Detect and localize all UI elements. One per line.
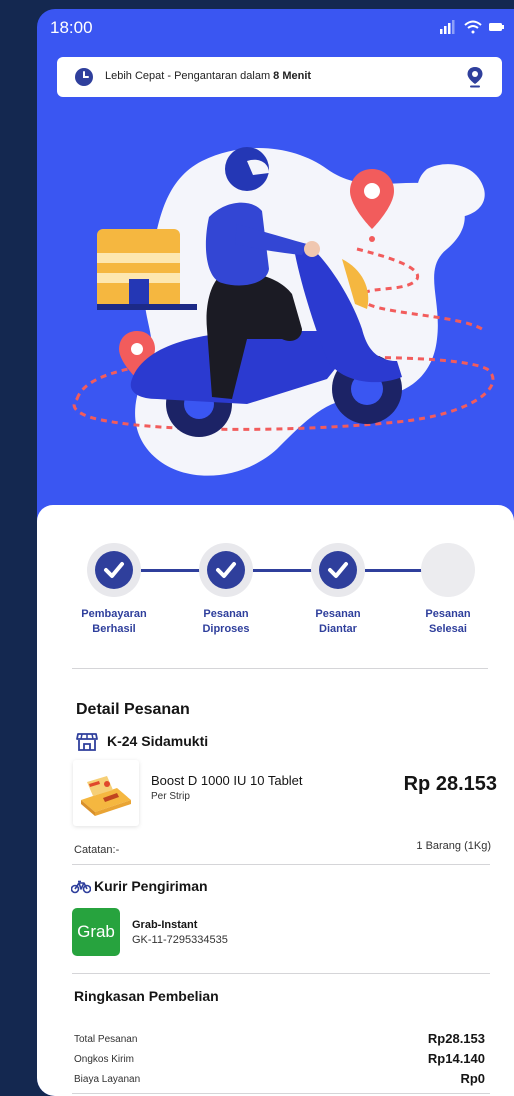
step-label-completed: Pesanan Selesai	[403, 607, 493, 637]
delivery-scooter-illustration	[72, 147, 495, 476]
divider	[72, 864, 490, 865]
battery-icon	[489, 23, 504, 31]
step-label-line: Diantar	[319, 623, 357, 635]
order-detail-sheet: Pembayaran Berhasil Pesanan Diproses Pes…	[37, 505, 514, 1096]
status-bar: 18:00	[37, 9, 514, 45]
checkmark-icon	[104, 562, 124, 578]
step-delivered-circle	[311, 543, 365, 597]
order-note: Catatan:-	[74, 844, 120, 856]
delivery-time-banner[interactable]: Lebih Cepat - Pengantaran dalam 8 Menit	[57, 57, 502, 97]
location-pin-icon[interactable]	[466, 66, 484, 88]
summary-value-service-fee: Rp0	[460, 1071, 485, 1086]
step-label-delivered: Pesanan Diantar	[293, 607, 383, 637]
signal-icon	[440, 20, 455, 34]
product-unit: Per Strip	[151, 791, 190, 802]
product-image[interactable]	[73, 760, 139, 826]
step-payment-circle	[87, 543, 141, 597]
clock-icon	[75, 68, 93, 86]
checkmark-icon	[328, 562, 348, 578]
store-icon	[76, 733, 98, 751]
summary-label-total: Total Pesanan	[74, 1034, 138, 1045]
summary-value-total: Rp28.153	[427, 1031, 485, 1046]
store-name: K-24 Sidamukti	[107, 733, 209, 749]
step-label-line: Diproses	[202, 623, 250, 635]
product-name[interactable]: Boost D 1000 IU 10 Tablet	[151, 773, 303, 788]
banner-text: Lebih Cepat - Pengantaran dalam 8 Menit	[105, 70, 311, 82]
step-processed-circle	[199, 543, 253, 597]
divider	[72, 1093, 490, 1094]
banner-text-bold: 8 Menit	[273, 70, 312, 82]
step-connector	[365, 569, 425, 572]
checkmark-icon	[216, 562, 236, 578]
courier-title: Kurir Pengiriman	[94, 878, 208, 894]
product-box-picture	[81, 776, 131, 816]
status-icons	[440, 20, 504, 34]
step-label-line: Pesanan	[315, 608, 361, 620]
banner-text-prefix: Lebih Cepat - Pengantaran dalam	[105, 70, 274, 82]
courier-service: Grab-Instant	[132, 919, 198, 931]
step-label-processed: Pesanan Diproses	[181, 607, 271, 637]
step-label-line: Selesai	[429, 623, 467, 635]
step-completed-circle	[421, 543, 475, 597]
step-label-line: Pesanan	[425, 608, 471, 620]
summary-label-shipping: Ongkos Kirim	[74, 1054, 135, 1065]
step-connector	[141, 569, 201, 572]
order-quantity: 1 Barang (1Kg)	[416, 840, 491, 852]
step-label-line: Pembayaran	[81, 608, 147, 620]
summary-label-service-fee: Biaya Layanan	[74, 1074, 141, 1085]
order-detail-title: Detail Pesanan	[76, 701, 190, 718]
step-label-line: Berhasil	[92, 623, 136, 635]
tracking-code[interactable]: GK-11-7295334535	[132, 934, 228, 946]
divider	[72, 973, 490, 974]
wifi-icon	[464, 20, 482, 34]
divider	[72, 668, 488, 669]
summary-value-shipping: Rp14.140	[427, 1051, 485, 1066]
bicycle-icon	[71, 880, 91, 894]
phone-screen: 18:00 Lebih Cepat - Pengantaran dalam 8 …	[37, 9, 514, 1096]
grab-logo: Grab	[72, 908, 120, 956]
step-connector	[253, 569, 313, 572]
summary-title: Ringkasan Pembelian	[74, 988, 219, 1004]
status-time: 18:00	[50, 18, 93, 37]
store-row[interactable]: K-24 Sidamukti	[76, 732, 208, 752]
step-label-payment: Pembayaran Berhasil	[69, 607, 159, 637]
step-label-line: Pesanan	[203, 608, 249, 620]
product-price: Rp 28.153	[403, 773, 497, 795]
